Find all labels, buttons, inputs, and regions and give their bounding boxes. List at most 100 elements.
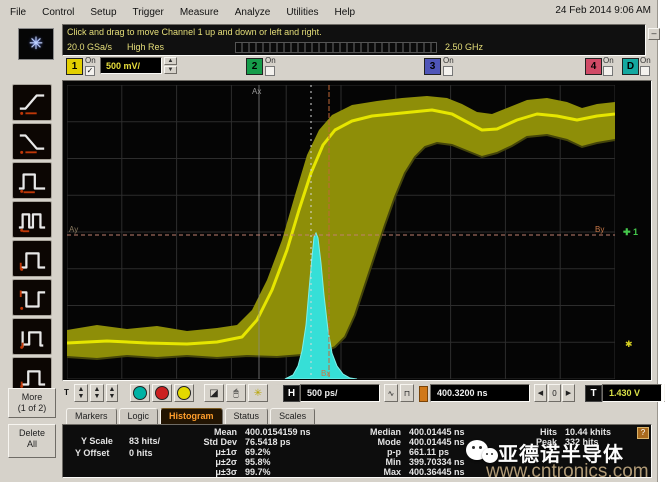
channel3-on-label: On — [443, 56, 454, 65]
stat-min: Min399.70334 ns — [363, 457, 465, 467]
channel1-ground-marker[interactable]: ✱ — [625, 339, 633, 350]
fine-adjust-buttons[interactable]: ▲▼ — [106, 384, 118, 402]
menu-analyze[interactable]: Analyze — [227, 4, 279, 21]
acquisition-mode: High Res — [127, 42, 164, 52]
scope-window: FileControlSetupTriggerMeasureAnalyzeUti… — [0, 0, 658, 482]
step-pulse-3-icon — [16, 322, 48, 352]
menu-help[interactable]: Help — [327, 4, 364, 21]
channel2-on-checkbox[interactable] — [265, 66, 275, 76]
pointer-mode-button[interactable]: 🖰 — [226, 384, 246, 402]
minimize-button[interactable]: – — [648, 28, 660, 40]
clock: 24 Feb 2014 9:06 AM — [555, 5, 651, 16]
tab-status[interactable]: Status — [225, 408, 269, 424]
horizontal-position-field[interactable]: 400.3200 ns — [430, 384, 530, 402]
bandwidth: 2.50 GHz — [445, 42, 483, 52]
menu-utilities[interactable]: Utilities — [278, 4, 326, 21]
tab-logic[interactable]: Logic — [119, 408, 159, 424]
export-button[interactable]: ◪ — [204, 384, 224, 402]
export-icon: ◪ — [209, 390, 218, 397]
stat--3-: μ±3σ99.7% — [193, 467, 271, 477]
trigger-indicator-left: T — [64, 388, 69, 397]
step-pulse-1-measure-button[interactable] — [12, 240, 52, 277]
step-pulse-2-measure-button[interactable] — [12, 279, 52, 316]
pan-right-button[interactable]: ▶ — [562, 384, 575, 402]
positive-pulse-measure-button[interactable] — [12, 162, 52, 199]
channel2-button[interactable]: 2 — [246, 58, 263, 75]
menu-setup[interactable]: Setup — [82, 4, 124, 21]
menu-control[interactable]: Control — [34, 4, 82, 21]
mouse-pointer-icon: 🖰 — [233, 390, 239, 397]
autoscale-sun-icon: ✳ — [254, 390, 262, 397]
horizontal-toolbar: T ▲▼ ▲▼ ▲▼ ◪ 🖰 ✳ H 500 ps/ ∿ ⊓ 400.3200 … — [62, 381, 652, 406]
y-offset-value: 0 hits — [129, 448, 153, 458]
step-pulse-2-icon — [16, 283, 48, 313]
memory-depth-slider[interactable] — [235, 42, 437, 53]
stat-median: Median400.01445 ns — [363, 427, 465, 437]
stat-peak: Peak332 hits — [531, 437, 599, 447]
y-scale-label: Y Scale — [81, 436, 113, 446]
bottom-tab-bar: MarkersLogicHistogramStatusScales — [66, 406, 315, 424]
marker-red-button[interactable] — [152, 384, 172, 402]
rising-edge-measure-button[interactable] — [12, 84, 52, 121]
offset-adjust-buttons[interactable]: ▲▼ — [90, 384, 104, 402]
y-offset-label: Y Offset — [75, 448, 109, 458]
teal-circle-icon — [133, 386, 147, 400]
double-pulse-icon — [16, 205, 48, 235]
stat-std-dev: Std Dev76.5418 ps — [193, 437, 291, 447]
digital-on-checkbox[interactable] — [640, 66, 650, 76]
channel3-button[interactable]: 3 — [424, 58, 441, 75]
falling-edge-measure-button[interactable] — [12, 123, 52, 160]
delete-all-button[interactable]: Delete All — [8, 424, 56, 458]
channel1-on-checkbox[interactable]: ✓ — [85, 66, 95, 76]
double-pulse-measure-button[interactable] — [12, 201, 52, 238]
help-button[interactable]: ? — [637, 427, 649, 439]
channel2-on-label: On — [265, 56, 276, 65]
zoom-in-time-button[interactable]: ∿ — [384, 384, 398, 402]
infiniium-star-button[interactable]: ✳ — [18, 28, 54, 60]
waveform-display[interactable]: AxBxAyBy ✚ 1 ✱ — [62, 80, 652, 381]
more-button-page: (1 of 2) — [9, 403, 55, 414]
tab-histogram[interactable]: Histogram — [160, 408, 223, 424]
channel1-scale-down-button[interactable]: ▼ — [164, 66, 177, 74]
channel4-on-label: On — [603, 56, 614, 65]
channel4-on-checkbox[interactable] — [603, 66, 613, 76]
zoom-out-time-button[interactable]: ⊓ — [400, 384, 414, 402]
timebase-field[interactable]: 500 ps/ — [300, 384, 380, 402]
waveform-canvas[interactable]: AxBxAyBy — [67, 85, 615, 379]
menu-file[interactable]: File — [2, 4, 34, 21]
stat--2-: μ±2σ95.8% — [193, 457, 271, 467]
yellow-circle-icon — [177, 386, 191, 400]
bottom-strip — [0, 478, 657, 482]
rising-edge-icon — [16, 88, 48, 118]
vertical-adjust-buttons[interactable]: ▲▼ — [74, 384, 88, 402]
star-icon: ✳ — [29, 34, 43, 54]
stat-max: Max400.36445 ns — [363, 467, 465, 477]
marker-by-label: By — [595, 225, 604, 234]
menu-measure[interactable]: Measure — [172, 4, 227, 21]
channel3-on-checkbox[interactable] — [443, 66, 453, 76]
trigger-level-field[interactable]: 1.430 V — [602, 384, 662, 402]
digital-channels-button[interactable]: D — [622, 58, 639, 75]
channel1-scale-up-button[interactable]: ▲ — [164, 57, 177, 65]
trigger-level-marker[interactable]: ✚ 1 — [623, 227, 638, 238]
marker-ay-label: Ay — [69, 225, 78, 234]
stat-mode: Mode400.01445 ns — [363, 437, 465, 447]
tab-scales[interactable]: Scales — [270, 408, 315, 424]
step-pulse-3-measure-button[interactable] — [12, 318, 52, 355]
tab-markers[interactable]: Markers — [66, 408, 117, 424]
autoscale-button[interactable]: ✳ — [248, 384, 268, 402]
red-circle-icon — [155, 386, 169, 400]
channel1-button[interactable]: 1 — [66, 58, 83, 75]
digital-on-label: On — [640, 56, 651, 65]
menu-trigger[interactable]: Trigger — [125, 4, 172, 21]
channel1-scale-field[interactable]: 500 mV/ — [100, 57, 162, 74]
pan-left-button[interactable]: ◀ — [534, 384, 547, 402]
marker-teal-button[interactable] — [130, 384, 150, 402]
marker-yellow-button[interactable] — [174, 384, 194, 402]
channel1-on-label: On — [85, 56, 96, 65]
channel4-button[interactable]: 4 — [585, 58, 602, 75]
zero-position-button[interactable]: 0 — [548, 384, 561, 402]
positive-pulse-icon — [16, 166, 48, 196]
trigger-position-chip[interactable] — [419, 386, 428, 402]
more-button[interactable]: More (1 of 2) — [8, 388, 56, 418]
